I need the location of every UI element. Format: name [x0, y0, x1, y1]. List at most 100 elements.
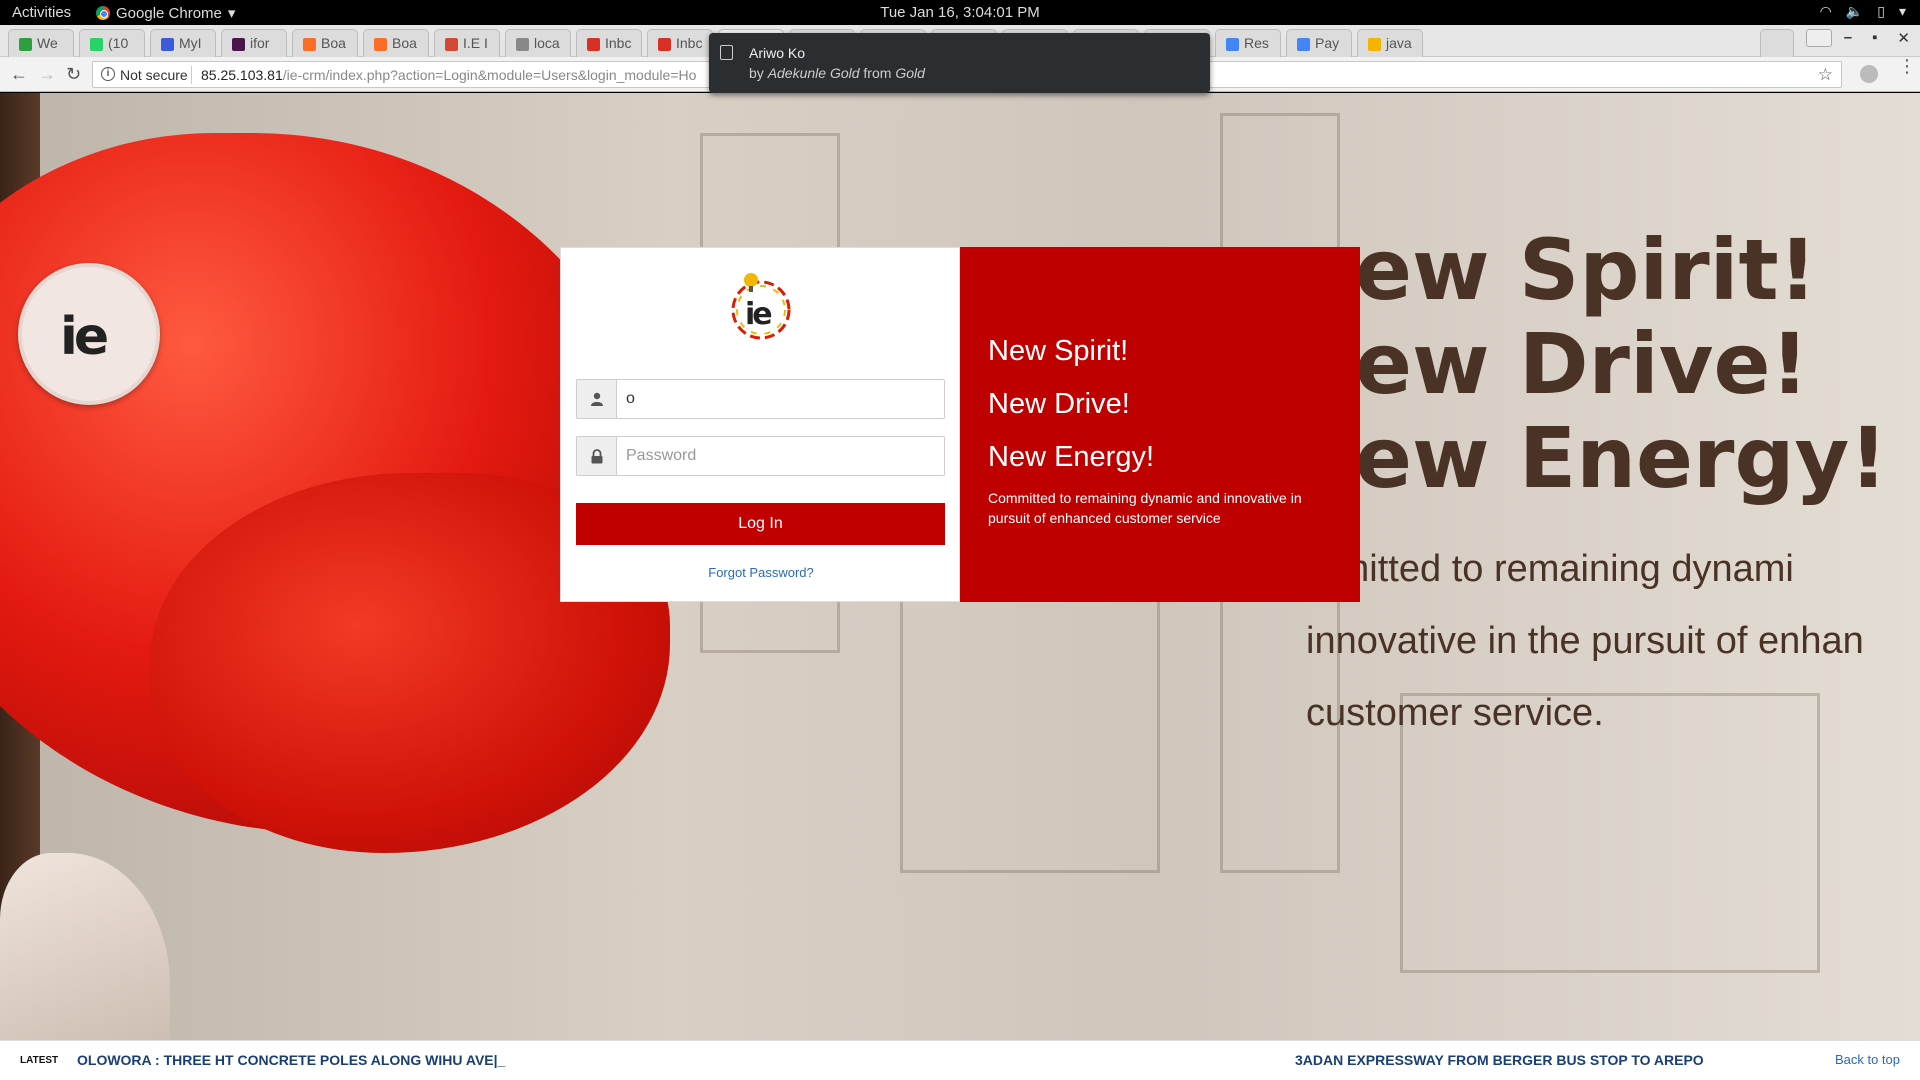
battery-icon: ▯ [1877, 3, 1885, 19]
password-field [576, 436, 945, 476]
system-tray[interactable]: ◠ 🔈 ▯ ▾ [1820, 3, 1906, 20]
tab-favicon-icon [587, 38, 600, 51]
tray-menu-icon: ▾ [1898, 3, 1906, 19]
tab-favicon-icon [303, 38, 316, 51]
extension-icon[interactable] [1860, 65, 1878, 83]
ticker-headline[interactable]: OLOWORA : THREE HT CONCRETE POLES ALONG … [77, 1052, 505, 1068]
browser-tab[interactable]: (10 [79, 29, 145, 57]
browser-tab[interactable]: ifor [221, 29, 287, 57]
info-icon[interactable]: i [101, 67, 115, 81]
close-window-icon[interactable]: ✕ [1897, 29, 1910, 47]
background-subtitle: mmitted to remaining dynami innovative i… [1306, 533, 1864, 749]
chrome-menu-icon[interactable]: ⋮ [1898, 57, 1916, 75]
tab-favicon-icon [374, 38, 387, 51]
ticker-headline[interactable]: 3ADAN EXPRESSWAY FROM BERGER BUS STOP TO… [1295, 1052, 1704, 1068]
page-viewport: ie ew Spirit! ew Drive! ew Energy! mmitt… [0, 93, 1920, 1080]
tab-label: We [37, 35, 58, 51]
browser-tab[interactable]: Inbc [576, 29, 642, 57]
url-host: 85.25.103.81 [201, 67, 283, 83]
back-icon[interactable]: ← [10, 64, 28, 85]
tab-favicon-icon [161, 38, 174, 51]
tab-label: Boa [321, 35, 346, 51]
promo-line-spirit: New Spirit! [988, 335, 1129, 367]
background-tagline: ew Spirit! ew Drive! ew Energy! [1355, 223, 1888, 505]
bookmark-star-icon[interactable]: ☆ [1818, 65, 1833, 85]
url-text[interactable]: 85.25.103.81/ie-crm/index.php?action=Log… [201, 67, 696, 83]
login-button[interactable]: Log In [576, 503, 945, 545]
forward-icon[interactable]: → [38, 64, 56, 85]
new-tab-button[interactable] [1760, 29, 1794, 57]
volume-icon: 🔈 [1845, 3, 1864, 19]
clock[interactable]: Tue Jan 16, 3:04:01 PM [0, 4, 1920, 21]
browser-tab[interactable]: loca [505, 29, 571, 57]
window-controls: – ▪ ✕ [1844, 29, 1910, 47]
tab-label: MyI [179, 35, 202, 51]
username-input[interactable] [618, 380, 944, 418]
browser-tab[interactable]: Pay [1286, 29, 1352, 57]
profile-icon[interactable] [1806, 29, 1832, 47]
background-tagline-3: ew Energy! [1355, 409, 1888, 507]
tab-label: I.E I [463, 35, 488, 51]
tab-favicon-icon [445, 38, 458, 51]
tab-favicon-icon [1226, 38, 1239, 51]
ikeja-electric-logo: ie [731, 273, 791, 340]
tab-favicon-icon [232, 38, 245, 51]
tab-favicon-icon [90, 38, 103, 51]
browser-tab[interactable]: I.E I [434, 29, 500, 57]
notification-by: by [749, 65, 764, 81]
password-input[interactable] [618, 437, 944, 475]
background-subtitle-2: innovative in the pursuit of enhan [1306, 620, 1864, 662]
media-notification[interactable]: Ariwo Ko by Adekunle Gold from Gold [709, 33, 1210, 93]
promo-panel: New Spirit! New Drive! New Energy! Commi… [960, 247, 1360, 602]
notification-subtitle: by Adekunle Gold from Gold [749, 65, 925, 81]
system-top-bar: Activities Google Chrome ▾ Tue Jan 16, 3… [0, 0, 1920, 25]
tab-favicon-icon [19, 38, 32, 51]
security-label[interactable]: Not secure [120, 67, 188, 83]
background-subtitle-3: customer service. [1306, 692, 1604, 734]
news-ticker: LATEST OLOWORA : THREE HT CONCRETE POLES… [0, 1040, 1920, 1080]
music-player-icon [720, 45, 733, 60]
tab-favicon-icon [1297, 38, 1310, 51]
url-path: /ie-crm/index.php?action=Login&module=Us… [282, 67, 697, 83]
browser-tab[interactable]: Res [1215, 29, 1281, 57]
minimize-icon[interactable]: – [1844, 29, 1852, 47]
background-subtitle-1: mmitted to remaining dynami [1306, 548, 1794, 590]
tab-label: Pay [1315, 35, 1340, 51]
separator [191, 66, 192, 84]
tab-label: ifor [250, 35, 270, 51]
promo-line-drive: New Drive! [988, 388, 1130, 420]
wifi-icon: ◠ [1819, 3, 1832, 19]
back-to-top-link[interactable]: Back to top [1835, 1052, 1900, 1067]
lock-icon [577, 437, 617, 475]
browser-tab[interactable]: Boa [292, 29, 358, 57]
forgot-password-link[interactable]: Forgot Password? [561, 565, 961, 580]
login-card: ie Log In Forgot Password? [560, 247, 960, 602]
tab-favicon-icon [516, 38, 529, 51]
tab-label: loca [534, 35, 560, 51]
username-field [576, 379, 945, 419]
promo-blurb: Committed to remaining dynamic and innov… [988, 490, 1302, 526]
browser-tab[interactable]: MyI [150, 29, 216, 57]
tab-favicon-icon [1368, 38, 1381, 51]
notification-from: from [863, 65, 892, 81]
svg-text:ie: ie [745, 297, 771, 332]
tab-label: Boa [392, 35, 417, 51]
notification-title: Ariwo Ko [749, 45, 806, 61]
notification-album: Gold [895, 65, 925, 81]
tab-favicon-icon [658, 38, 671, 51]
browser-tab[interactable]: Inbc [647, 29, 713, 57]
browser-tab[interactable]: Boa [363, 29, 429, 57]
tab-label: (10 [108, 35, 129, 51]
user-icon [577, 380, 617, 418]
hat-logo-text: ie [60, 307, 109, 367]
promo-line-energy: New Energy! [988, 441, 1155, 473]
browser-tab[interactable]: java [1357, 29, 1423, 57]
background-tagline-1: ew Spirit! [1355, 221, 1817, 319]
browser-tab[interactable]: We [8, 29, 74, 57]
reload-icon[interactable]: ↻ [66, 64, 81, 85]
maximize-icon[interactable]: ▪ [1872, 29, 1877, 47]
tab-label: Inbc [605, 35, 632, 51]
ticker-latest-label: LATEST [20, 1055, 59, 1066]
hat-logo-badge: ie [18, 263, 160, 405]
tab-label: Inbc [676, 35, 703, 51]
